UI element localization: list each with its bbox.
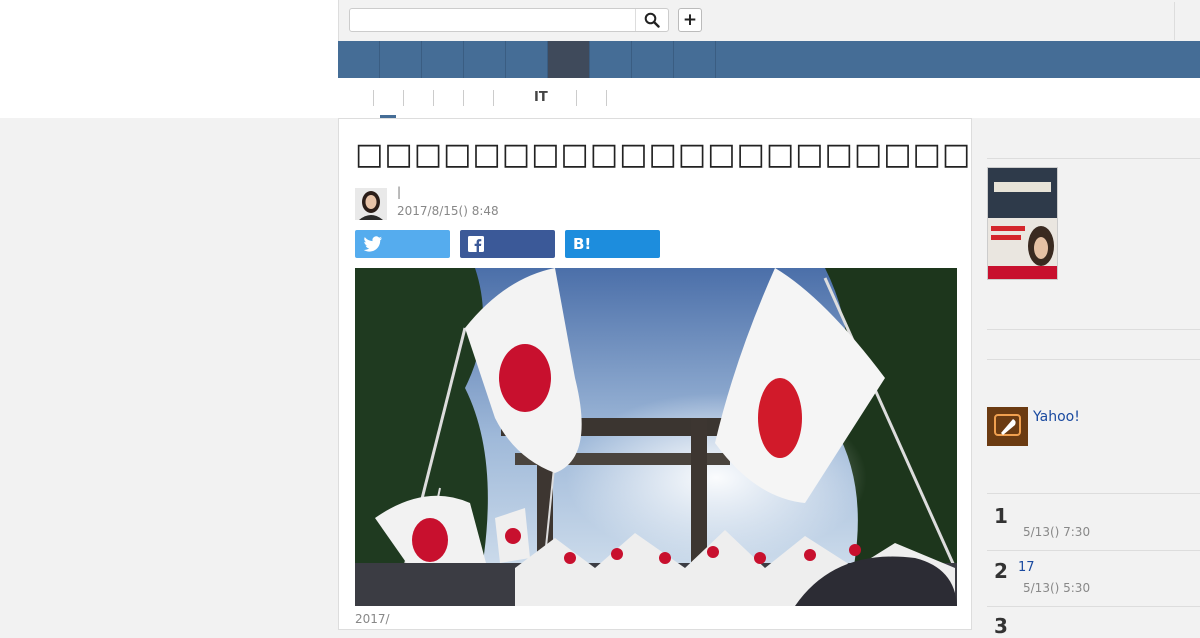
sidebar-divider (987, 606, 1200, 607)
rank-number: 2 (994, 559, 1008, 583)
search-button[interactable] (635, 9, 668, 31)
rank-time: 5/13() 7:30 (1023, 525, 1091, 539)
subnav-item-7[interactable] (576, 90, 607, 106)
rank-title[interactable]: 17 (1018, 560, 1035, 575)
twitter-share-button[interactable] (355, 230, 450, 258)
rank-number: 3 (994, 614, 1008, 638)
sidebar-divider (987, 329, 1200, 330)
twitter-icon (363, 236, 382, 252)
hero-photo (355, 268, 957, 606)
yahoo-author-icon[interactable] (987, 407, 1028, 446)
search-icon (644, 12, 660, 28)
author-photo (355, 188, 387, 220)
rank-number: 1 (994, 504, 1008, 528)
sidebar-divider (987, 359, 1200, 360)
facebook-icon (468, 236, 484, 252)
sidebar-divider (987, 550, 1200, 551)
subnav-item-5[interactable] (493, 90, 522, 106)
nav-item-9[interactable] (674, 41, 716, 78)
rank-time: 5/13() 5:30 (1023, 581, 1091, 595)
quill-icon (987, 407, 1028, 446)
plus-icon: + (682, 10, 698, 30)
nav-item-3[interactable] (422, 41, 464, 78)
author-avatar[interactable] (355, 188, 387, 220)
article-timestamp: 2017/8/15() 8:48 (397, 204, 499, 218)
subnav-item-3[interactable] (433, 90, 464, 106)
subnav-item-spacer (521, 90, 576, 106)
subnav-item-8[interactable] (606, 90, 608, 106)
add-button[interactable]: + (678, 8, 702, 32)
nav-item-5[interactable] (506, 41, 548, 78)
nav-item-7[interactable] (590, 41, 632, 78)
sidebar-divider (987, 493, 1200, 494)
article-title: □□□□□□□□□□□□□□□□□□□□□□□□□□ (355, 137, 1118, 172)
nav-item-1[interactable] (338, 41, 380, 78)
sidebar: Yahoo! 1 5/13() 7:30 2 17 5/13() 5:30 3 (972, 118, 1200, 638)
nav-item-2[interactable] (380, 41, 422, 78)
book-cover-image (988, 168, 1057, 279)
hatena-bookmark-icon: B! (573, 235, 592, 253)
author-name-separator: | (397, 185, 402, 199)
article-main: □□□□□□□□□□□□□□□□□□□□□□□□□□ | 2017/8/15()… (338, 118, 1118, 630)
category-subnav: IT (338, 78, 1200, 118)
subnav-item-it[interactable]: IT (534, 90, 548, 105)
sidebar-divider (987, 158, 1200, 159)
nav-item-8[interactable] (632, 41, 674, 78)
nav-item-6-active[interactable] (548, 41, 590, 78)
nav-item-4[interactable] (464, 41, 506, 78)
yahoo-link[interactable]: Yahoo! (1033, 409, 1080, 425)
book-cover[interactable] (987, 167, 1058, 280)
top-header: + (338, 0, 1200, 41)
article-hero-image (355, 268, 957, 606)
subnav-item-4[interactable] (463, 90, 494, 106)
header-divider (1174, 2, 1175, 40)
subnav-item-2[interactable] (403, 90, 434, 106)
hatena-bookmark-button[interactable]: B! (565, 230, 660, 258)
facebook-share-button[interactable] (460, 230, 555, 258)
search-box (349, 8, 669, 32)
photo-caption: 2017/ (355, 612, 390, 626)
search-input[interactable] (350, 9, 635, 31)
main-nav (338, 41, 1200, 78)
subnav-item-1[interactable] (373, 90, 404, 106)
